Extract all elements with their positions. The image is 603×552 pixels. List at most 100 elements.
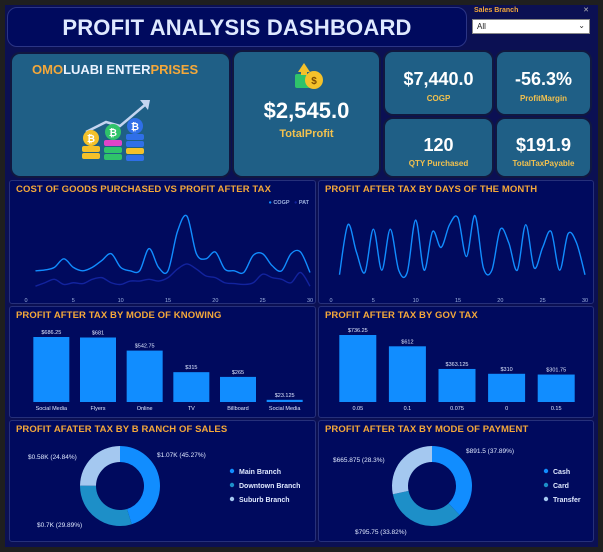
category-label: Flyers xyxy=(91,406,106,412)
x-tick-label: 20 xyxy=(497,298,503,303)
category-label: Social Media xyxy=(36,406,68,412)
series-line-cogp xyxy=(35,214,311,275)
legend-label: Transfer xyxy=(553,497,581,504)
x-tick-label: 15 xyxy=(455,298,461,303)
series-line-pat xyxy=(35,263,311,287)
legend-marker xyxy=(543,496,549,502)
bar xyxy=(220,376,256,402)
kpi-profit-margin: -56.3% ProfitMargin xyxy=(495,50,592,116)
kpi-total-tax: $191.9 TotalTaxPayable xyxy=(495,117,592,178)
data-label: $265 xyxy=(232,370,244,376)
svg-text:₿: ₿ xyxy=(131,121,139,133)
x-tick-label: 10 xyxy=(118,298,124,303)
slicer-dropdown[interactable]: All ⌄ xyxy=(472,19,590,34)
slice-label: $1.07K (45.27%) xyxy=(157,452,206,459)
category-label: 0.15 xyxy=(551,406,562,412)
brand-name: OMOLUABI ENTERPRISES xyxy=(32,62,199,77)
data-label: $736.25 xyxy=(348,328,368,334)
slice-label: $665.875 (28.3%) xyxy=(333,457,385,464)
legend-marker xyxy=(543,482,549,488)
total-profit-label: TotalProfit xyxy=(279,128,334,140)
legend-marker xyxy=(229,482,235,488)
legend-marker xyxy=(543,468,549,474)
legend-label: Cash xyxy=(553,469,570,476)
legend-marker xyxy=(229,496,235,502)
chart-pat-by-day: PROFIT AFTER TAX BY DAYS OF THE MONTH 05… xyxy=(318,180,594,304)
donut-slice xyxy=(432,446,473,515)
chart-cogp-vs-pat: COST OF GOODS PURCHASED VS PROFIT AFTER … xyxy=(9,180,316,304)
kpi-cogp: $7,440.0 COGP xyxy=(383,50,494,116)
bar xyxy=(126,350,163,402)
donut-chart-svg: $1.07K (45.27%) $0.7K (29.89%) $0.58K (24.… xyxy=(28,446,300,529)
brand-card: OMOLUABI ENTERPRISES ₿ ₿ ₿ xyxy=(10,52,231,178)
series-line-pat xyxy=(338,214,586,279)
slicer-clear-icon[interactable]: ✕ xyxy=(583,6,589,14)
sales-branch-slicer[interactable]: Sales Branch ✕ All ⌄ xyxy=(471,6,593,36)
legend-marker xyxy=(229,468,235,474)
category-label: 0.075 xyxy=(450,406,464,412)
donut-slice xyxy=(80,446,120,486)
chevron-down-icon[interactable]: ⌄ xyxy=(578,21,585,30)
x-tick-label: 5 xyxy=(72,298,75,303)
category-label: Online xyxy=(137,406,153,412)
kpi-total-profit: $ $2,545.0 TotalProfit xyxy=(232,50,381,178)
data-label: $301.75 xyxy=(546,368,566,374)
data-label: $315 xyxy=(185,365,197,371)
x-tick-label: 20 xyxy=(212,298,218,303)
donut-chart-svg: $891.5 (37.89%) $795.75 (33.82%) $665.875 … xyxy=(333,446,581,536)
slicer-label: Sales Branch xyxy=(474,7,519,14)
legend-label: Downtown Branch xyxy=(239,483,300,490)
money-growth-icon: $ xyxy=(295,63,323,89)
bar xyxy=(438,368,476,402)
total-profit-value: $2,545.0 xyxy=(263,98,350,123)
svg-text:₿: ₿ xyxy=(109,127,117,139)
x-tick-label: 25 xyxy=(260,298,266,303)
chart-pat-by-gov-tax: PROFIT AFTER TAX BY GOV TAX $736.25 0.05 $… xyxy=(318,306,594,418)
chart-pat-by-branch: PROFIT AFATER TAX BY B RANCH OF SALES $1… xyxy=(9,420,316,542)
bar xyxy=(80,337,116,402)
bar-chart-svg: $736.25 0.05 $612 0.1 $363.125 0.075 $310 0 $301… xyxy=(339,328,575,412)
category-label: 0.1 xyxy=(404,406,412,412)
category-label: 0 xyxy=(505,406,508,412)
data-label: $363.125 xyxy=(446,362,469,368)
bar xyxy=(33,337,70,402)
header-bar: PROFIT ANALYSIS DASHBOARD xyxy=(7,7,467,47)
svg-text:$: $ xyxy=(311,76,317,87)
coins-growth-icon: ₿ ₿ ₿ xyxy=(82,100,150,161)
category-label: Social Media xyxy=(269,406,301,412)
bar-chart-svg: $686.25 Social Media $681 Flyers $542.75 Onli… xyxy=(33,330,303,412)
svg-text:₿: ₿ xyxy=(87,133,95,145)
data-label: $612 xyxy=(401,339,413,345)
bar xyxy=(173,372,210,402)
x-tick-label: 5 xyxy=(372,298,375,303)
x-tick-label: 10 xyxy=(413,298,419,303)
legend-label: Main Branch xyxy=(239,469,281,476)
data-label: $686.25 xyxy=(41,330,61,336)
x-tick-label: 0 xyxy=(329,298,332,303)
bar xyxy=(537,374,575,402)
x-tick-label: 30 xyxy=(307,298,313,303)
x-tick-label: 25 xyxy=(540,298,546,303)
slice-label: $0.7K (29.89%) xyxy=(37,522,82,529)
bar xyxy=(339,335,377,402)
x-tick-label: 15 xyxy=(165,298,171,303)
legend-label: Card xyxy=(553,483,569,490)
slice-label: $0.58K (24.84%) xyxy=(28,454,77,461)
donut-slice xyxy=(80,485,132,526)
legend-label: Suburb Branch xyxy=(239,497,290,504)
category-label: Billboard xyxy=(227,406,248,412)
line-chart-svg: 0 5 10 15 20 25 30 xyxy=(329,214,588,303)
chart-pat-by-payment: PROFIT AFTER TAX BY MODE OF PAYMENT $891… xyxy=(318,420,594,542)
bar xyxy=(266,399,303,402)
kpi-qty-purchased: 120 QTY Purchased xyxy=(383,117,494,178)
category-label: 0.05 xyxy=(352,406,363,412)
x-tick-label: 0 xyxy=(24,298,27,303)
data-label: $310 xyxy=(500,367,512,373)
data-label: $23.125 xyxy=(275,393,295,399)
line-chart-svg: 0 5 10 15 20 25 30 xyxy=(24,214,313,303)
data-label: $542.75 xyxy=(135,344,155,350)
page-title: PROFIT ANALYSIS DASHBOARD xyxy=(62,15,412,40)
bar xyxy=(488,373,526,402)
category-label: TV xyxy=(188,406,195,412)
slicer-value: All xyxy=(477,22,486,31)
